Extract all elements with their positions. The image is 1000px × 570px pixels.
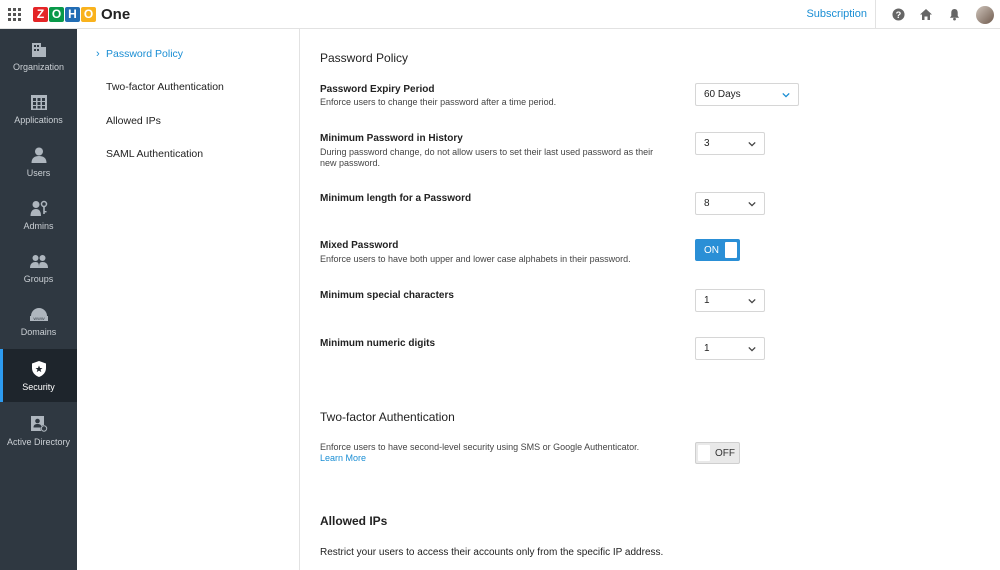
- nav-label: Groups: [23, 274, 54, 284]
- logo-letter: H: [65, 7, 80, 22]
- subnav-item-saml[interactable]: SAML Authentication: [106, 148, 203, 160]
- select-value: 3: [704, 138, 710, 149]
- section-title-password-policy: Password Policy: [320, 51, 409, 65]
- min-length-select[interactable]: 8: [695, 192, 765, 215]
- nav-item-groups[interactable]: Groups: [0, 241, 77, 294]
- subscription-link[interactable]: Subscription: [806, 0, 876, 29]
- applications-icon: [31, 95, 47, 110]
- setting-description: Enforce users to have second-level secur…: [320, 442, 640, 452]
- nav-item-users[interactable]: Users: [0, 135, 77, 188]
- app-grid-icon[interactable]: [8, 8, 21, 21]
- subnav-item-password-policy[interactable]: Password Policy: [106, 48, 183, 60]
- subnav-item-two-factor[interactable]: Two-factor Authentication: [106, 81, 224, 93]
- setting-title: Mixed Password: [320, 240, 399, 251]
- active-directory-icon: [31, 416, 48, 432]
- special-chars-select[interactable]: 1: [695, 289, 765, 312]
- password-history-select[interactable]: 3: [695, 132, 765, 155]
- security-subnav: › Password Policy Two-factor Authenticat…: [77, 29, 300, 570]
- chevron-down-icon: [748, 141, 756, 147]
- avatar[interactable]: [976, 5, 994, 24]
- toggle-state: OFF: [715, 448, 735, 459]
- nav-label: Domains: [20, 327, 57, 337]
- select-value: 1: [704, 343, 710, 354]
- groups-icon: [30, 255, 48, 268]
- svg-text:?: ?: [895, 10, 901, 20]
- logo-letter: O: [81, 7, 96, 22]
- admins-icon: [30, 200, 48, 216]
- nav-item-domains[interactable]: WWW Domains: [0, 294, 77, 347]
- brand-text: One: [101, 6, 131, 23]
- chevron-down-icon: [748, 346, 756, 352]
- nav-label: Admins: [23, 221, 54, 231]
- setting-title: Minimum length for a Password: [320, 193, 472, 204]
- chevron-down-icon: [748, 201, 756, 207]
- two-factor-toggle[interactable]: OFF: [695, 442, 740, 464]
- logo-letter: Z: [33, 7, 48, 22]
- logo-letter: O: [49, 7, 64, 22]
- setting-description: Restrict your users to access their acco…: [320, 547, 664, 558]
- select-value: 8: [704, 198, 710, 209]
- nav-label: Applications: [14, 115, 63, 125]
- setting-description: During password change, do not allow use…: [320, 147, 654, 168]
- nav-item-active-directory[interactable]: Active Directory: [0, 404, 77, 457]
- organization-icon: [32, 43, 46, 57]
- section-title-two-factor: Two-factor Authentication: [320, 410, 455, 424]
- setting-description: Enforce users to have both upper and low…: [320, 254, 631, 264]
- left-nav: Organization Applications Users Admins G…: [0, 29, 77, 570]
- setting-title: Password Expiry Period: [320, 84, 435, 95]
- section-title-allowed-ips: Allowed IPs: [320, 514, 388, 528]
- mixed-password-toggle[interactable]: ON: [695, 239, 740, 261]
- select-value: 1: [704, 295, 710, 306]
- setting-title: Minimum Password in History: [320, 133, 463, 144]
- setting-title: Minimum numeric digits: [320, 338, 436, 349]
- setting-description: Enforce users to change their password a…: [320, 97, 557, 107]
- nav-item-security[interactable]: Security: [0, 349, 77, 402]
- password-expiry-select[interactable]: 60 Days: [695, 83, 799, 106]
- setting-title: Minimum special characters: [320, 290, 454, 301]
- nav-item-admins[interactable]: Admins: [0, 188, 77, 241]
- toggle-state: ON: [704, 245, 719, 256]
- user-icon: [31, 147, 47, 163]
- home-icon[interactable]: [919, 8, 933, 22]
- select-value: 60 Days: [704, 89, 741, 100]
- numeric-digits-select[interactable]: 1: [695, 337, 765, 360]
- chevron-down-icon: [748, 298, 756, 304]
- nav-label: Active Directory: [6, 437, 70, 447]
- bell-icon[interactable]: [947, 8, 961, 22]
- nav-label: Users: [26, 168, 51, 178]
- main-content: Password Policy Password Expiry Period E…: [301, 29, 1000, 570]
- shield-icon: [32, 361, 46, 377]
- top-bar: Z O H O One Subscription ?: [0, 0, 1000, 29]
- toggle-knob: [725, 242, 737, 258]
- subnav-item-allowed-ips[interactable]: Allowed IPs: [106, 115, 161, 127]
- nav-item-applications[interactable]: Applications: [0, 82, 77, 135]
- toggle-knob: [698, 445, 710, 461]
- svg-text:WWW: WWW: [33, 316, 45, 321]
- zoho-one-logo[interactable]: Z O H O One: [33, 6, 130, 23]
- nav-label: Organization: [12, 62, 65, 72]
- help-icon[interactable]: ?: [891, 8, 905, 22]
- learn-more-link[interactable]: Learn More: [320, 453, 366, 463]
- chevron-right-icon: ›: [96, 48, 100, 60]
- nav-label: Security: [22, 382, 55, 392]
- domains-icon: WWW: [30, 308, 48, 321]
- chevron-down-icon: [782, 92, 790, 98]
- nav-item-organization[interactable]: Organization: [0, 29, 77, 82]
